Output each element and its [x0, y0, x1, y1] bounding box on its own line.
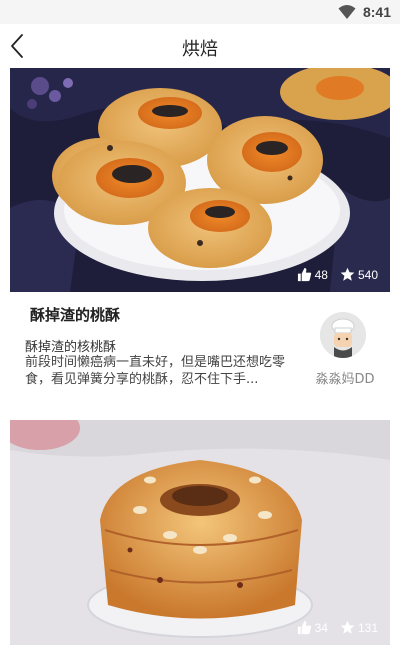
- recipe-card[interactable]: 34 131: [0, 420, 400, 650]
- chef-avatar-icon: [320, 312, 366, 358]
- recipe-photo[interactable]: 48 540: [10, 68, 390, 292]
- recipe-stats: 48 540: [297, 267, 378, 282]
- thumbs-up-icon[interactable]: [297, 620, 312, 635]
- recipe-feed[interactable]: 48 540 酥掉渣的桃酥 酥掉渣的核桃酥 前段时间懒癌病一直未好，但是嘴巴还想…: [0, 68, 400, 650]
- author-name[interactable]: 淼淼妈DD: [300, 368, 390, 387]
- recipe-title[interactable]: 酥掉渣的桃酥: [30, 304, 120, 325]
- recipe-photo[interactable]: 34 131: [10, 420, 390, 645]
- star-icon[interactable]: [340, 620, 355, 635]
- recipe-subtitle: 酥掉渣的核桃酥: [25, 340, 117, 355]
- wifi-icon: [338, 5, 356, 19]
- bundt-bread-image: [10, 420, 390, 645]
- walnut-cookies-image: [10, 68, 390, 292]
- status-bar: 8:41: [0, 0, 400, 24]
- title-bar: 烘焙: [0, 24, 400, 68]
- thumbs-up-icon[interactable]: [297, 267, 312, 282]
- favorite-count: 540: [357, 267, 378, 282]
- star-icon[interactable]: [340, 267, 355, 282]
- recipe-stats: 34 131: [297, 620, 378, 635]
- author-avatar[interactable]: [320, 312, 366, 358]
- favorite-count: 131: [357, 620, 378, 635]
- recipe-card[interactable]: 48 540 酥掉渣的桃酥 酥掉渣的核桃酥 前段时间懒癌病一直未好，但是嘴巴还想…: [0, 68, 400, 398]
- like-count: 34: [314, 620, 328, 635]
- status-time: 8:41: [362, 4, 391, 20]
- like-count: 48: [314, 267, 328, 282]
- page-title: 烘焙: [182, 39, 218, 60]
- recipe-description: 前段时间懒癌病一直未好，但是嘴巴还想吃零食，看见弹簧分享的桃酥，忍不住下手...: [25, 355, 286, 387]
- card-divider: [0, 398, 400, 420]
